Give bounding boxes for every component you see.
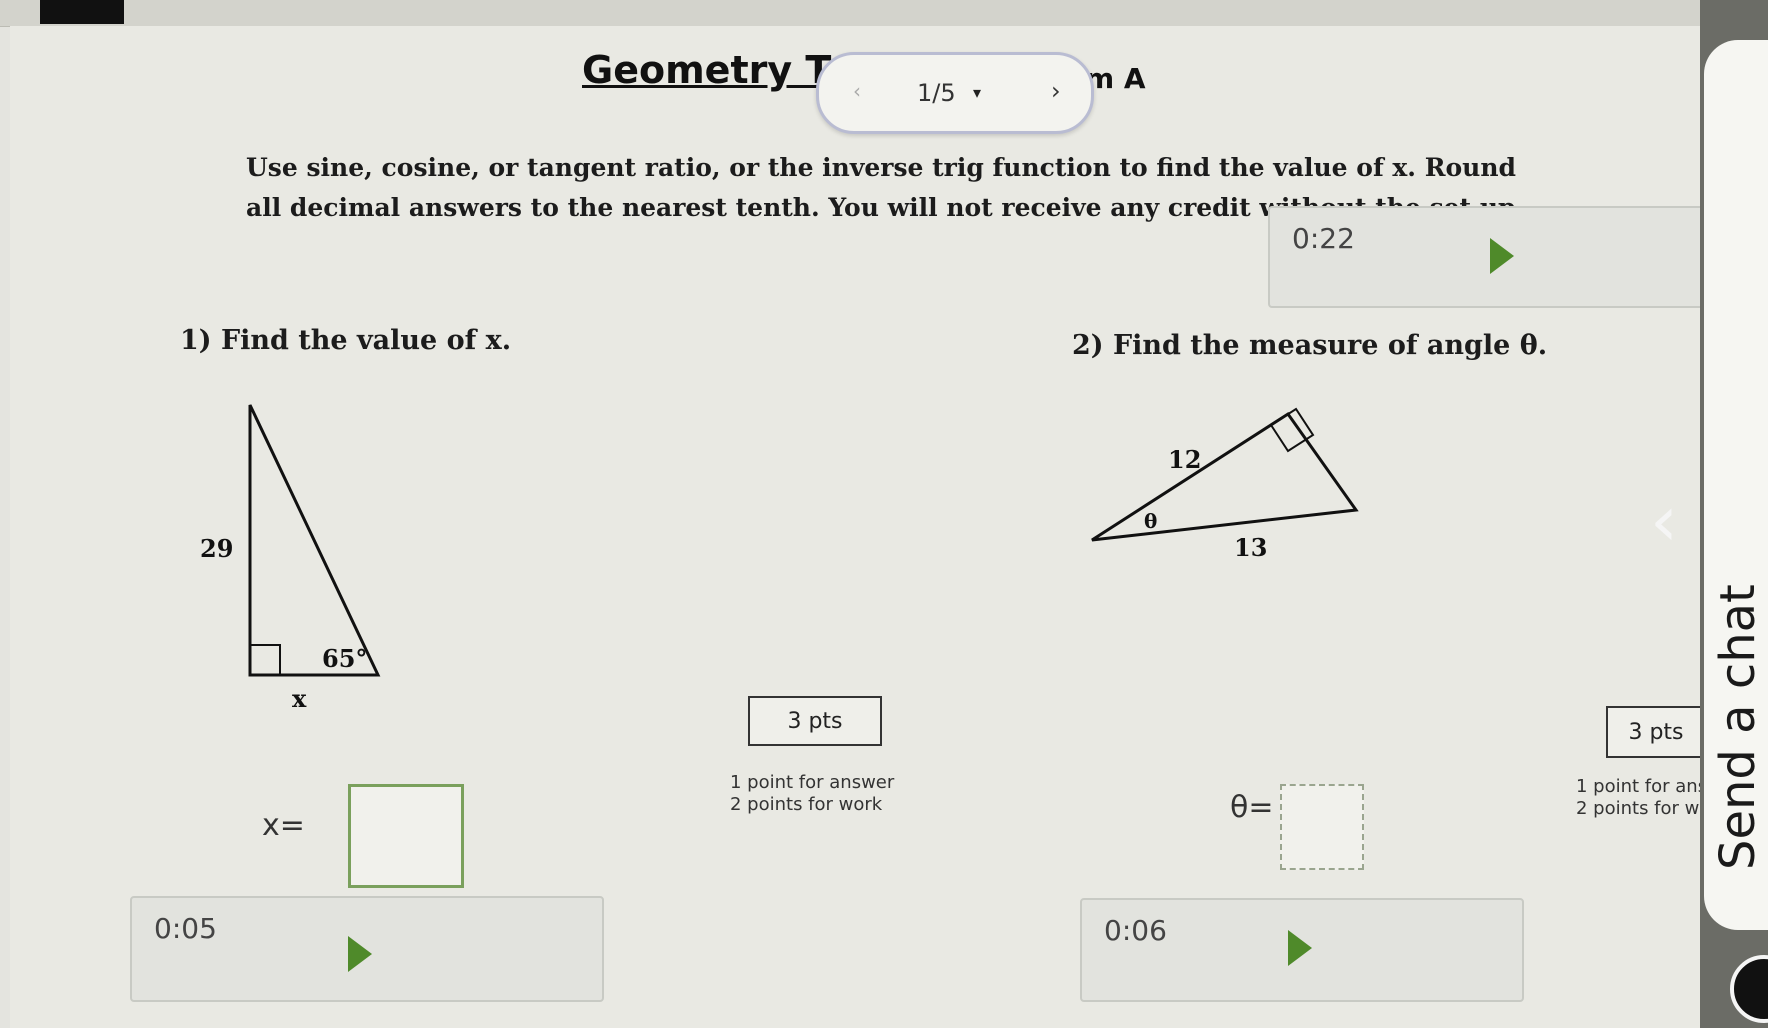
audio-time: 0:06 [1104,914,1167,947]
play-icon[interactable] [348,936,372,972]
toolbar-dark-block [40,0,124,24]
question-1-points-badge: 3 pts [748,696,882,746]
angle-label-65: 65° [322,644,367,673]
audio-time: 0:05 [154,912,217,945]
side-label-29: 29 [200,534,233,563]
next-page-icon[interactable]: › [1051,77,1061,105]
answer-theta-input[interactable] [1280,784,1364,870]
chevron-down-icon[interactable]: ▾ [973,83,981,102]
right-angle-marker [1269,407,1315,453]
right-triangle [248,404,381,677]
worksheet-title-tail: m A [1085,62,1146,95]
instruction-audio-player[interactable]: 0:22 [1268,206,1714,308]
audio-time: 0:22 [1292,222,1355,255]
work-point-note: 2 points for work [730,794,883,815]
right-triangle [1091,411,1359,542]
question-1-point-note: 1 point for answer 2 points for work [730,772,894,816]
question-2-points-badge: 3 pts [1606,706,1706,758]
answer-theta-label: θ= [1230,790,1274,825]
collapse-chevron-icon[interactable]: ‹ [1650,480,1678,562]
question-1-label: 1) Find the value of x. [180,325,512,356]
question-2-triangle-diagram: 12 13 θ [1091,407,1359,562]
answer-x-label: x= [262,808,305,843]
question-2-audio-player[interactable]: 0:06 [1080,898,1524,1002]
question-1-triangle-diagram: 29 65° x [200,404,381,713]
page-indicator[interactable]: 1/5 [917,79,956,107]
top-toolbar [0,0,1768,27]
side-label-12: 12 [1168,445,1201,474]
send-chat-label[interactable]: Send a chat [1710,584,1766,870]
question-1-audio-player[interactable]: 0:05 [130,896,604,1002]
question-2-label: 2) Find the measure of angle θ. [1072,330,1548,361]
side-label-13: 13 [1234,533,1267,562]
page-navigator: ‹ 1/5 ▾ › [816,52,1094,134]
answer-x-input[interactable] [348,784,464,888]
right-angle-marker [249,644,281,676]
play-icon[interactable] [1288,930,1312,966]
answer-point-note: 1 point for answer [730,772,895,793]
base-label-x: x [292,684,307,713]
prev-page-icon[interactable]: ‹ [853,79,861,103]
play-icon[interactable] [1490,238,1514,274]
worksheet-title: Geometry Tr [582,48,846,92]
angle-label-theta: θ [1144,509,1157,533]
